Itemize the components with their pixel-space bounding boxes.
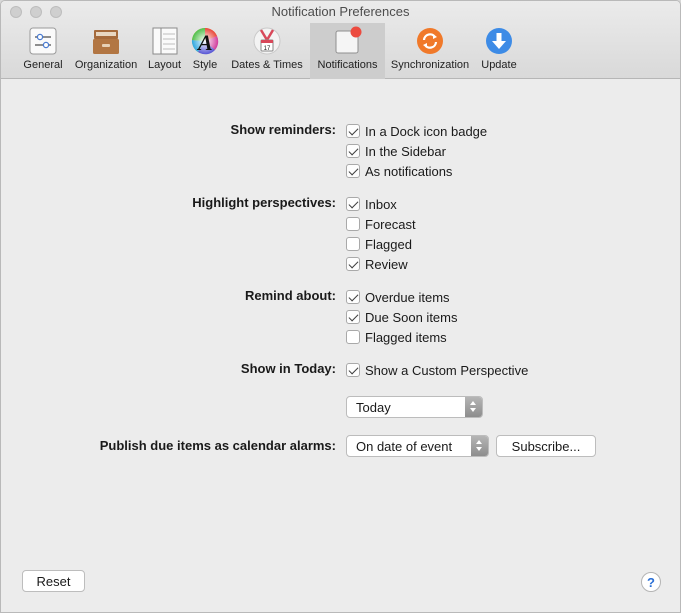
perspective-popup-value: Today (356, 399, 391, 415)
checkbox-flagged-items-label: Flagged items (365, 329, 447, 345)
tab-update-label: Update (481, 59, 517, 71)
file-cabinet-icon (91, 26, 121, 56)
window-title: Notification Preferences (271, 4, 410, 19)
remind-about-label: Remind about: (245, 288, 336, 303)
tab-update[interactable]: Update (475, 23, 523, 79)
preferences-toolbar: General Organization Layout A Style 17 D… (17, 23, 523, 79)
checkbox-flagged-box[interactable] (346, 237, 360, 251)
sync-icon (415, 26, 445, 56)
checkbox-as-notifications-box[interactable] (346, 164, 360, 178)
tab-dates-times-label: Dates & Times (231, 59, 303, 71)
perspective-popup[interactable]: Today (346, 396, 483, 418)
reset-button[interactable]: Reset (22, 570, 85, 592)
checkbox-custom-perspective-label: Show a Custom Perspective (365, 362, 529, 378)
show-in-today-label: Show in Today: (240, 361, 336, 376)
tab-style-label: Style (192, 59, 218, 71)
tab-organization[interactable]: Organization (69, 23, 143, 79)
checkbox-flagged-label: Flagged (365, 236, 412, 252)
tab-style[interactable]: A Style (186, 23, 224, 79)
subscribe-button[interactable]: Subscribe... (496, 435, 596, 457)
alarm-timing-popup[interactable]: On date of event (346, 435, 489, 457)
checkbox-inbox-box[interactable] (346, 197, 360, 211)
publish-alarms-label: Publish due items as calendar alarms: (99, 438, 336, 453)
popup-arrows-icon (471, 436, 488, 456)
checkbox-custom-perspective[interactable]: Show a Custom Perspective (346, 360, 528, 380)
checkbox-as-notifications-label: As notifications (365, 163, 453, 179)
tab-dates-times[interactable]: 17 Dates & Times (224, 23, 310, 79)
checkbox-dock-badge-label: In a Dock icon badge (365, 123, 488, 139)
checkbox-inbox[interactable]: Inbox (346, 194, 397, 214)
sliders-icon (28, 26, 58, 56)
tab-synchronization-label: Synchronization (390, 59, 470, 71)
tab-synchronization[interactable]: Synchronization (385, 23, 475, 79)
highlight-perspectives-label: Highlight perspectives: (192, 195, 336, 210)
popup-arrows-icon (465, 397, 482, 417)
download-arrow-icon (484, 26, 514, 56)
checkbox-forecast-box[interactable] (346, 217, 360, 231)
checkbox-forecast[interactable]: Forecast (346, 214, 416, 234)
tab-notifications-label: Notifications (317, 59, 378, 71)
checkbox-custom-perspective-box[interactable] (346, 363, 360, 377)
checkbox-forecast-label: Forecast (365, 216, 416, 232)
checkbox-review[interactable]: Review (346, 254, 408, 274)
checkbox-flagged-items-box[interactable] (346, 330, 360, 344)
style-font-icon: A (190, 26, 220, 56)
svg-text:A: A (196, 30, 213, 55)
show-reminders-label: Show reminders: (230, 122, 336, 137)
checkbox-due-soon[interactable]: Due Soon items (346, 307, 458, 327)
tab-general[interactable]: General (17, 23, 69, 79)
notifications-badge-icon (333, 26, 363, 56)
notifications-pane: Show reminders: In a Dock icon badge In … (1, 80, 680, 612)
checkbox-overdue-box[interactable] (346, 290, 360, 304)
preferences-window: Notification Preferences General Organiz… (0, 0, 681, 613)
calendar-icon: 17 (252, 26, 282, 56)
svg-text:17: 17 (264, 46, 271, 52)
alarm-timing-popup-value: On date of event (356, 438, 453, 454)
tab-layout[interactable]: Layout (143, 23, 186, 79)
checkbox-flagged-items[interactable]: Flagged items (346, 327, 447, 347)
checkbox-review-box[interactable] (346, 257, 360, 271)
checkbox-dock-badge-box[interactable] (346, 124, 360, 138)
checkbox-review-label: Review (365, 256, 408, 272)
checkbox-due-soon-box[interactable] (346, 310, 360, 324)
checkbox-sidebar-box[interactable] (346, 144, 360, 158)
tab-general-label: General (23, 59, 63, 71)
checkbox-inbox-label: Inbox (365, 196, 397, 212)
tab-layout-label: Layout (147, 59, 182, 71)
checkbox-dock-badge[interactable]: In a Dock icon badge (346, 121, 487, 141)
checkbox-as-notifications[interactable]: As notifications (346, 161, 452, 181)
help-button[interactable]: ? (641, 572, 661, 592)
checkbox-overdue[interactable]: Overdue items (346, 287, 450, 307)
checkbox-overdue-label: Overdue items (365, 289, 450, 305)
layout-icon (150, 26, 180, 56)
title-bar: Notification Preferences General Organiz… (1, 1, 680, 79)
tab-organization-label: Organization (74, 59, 138, 71)
checkbox-sidebar[interactable]: In the Sidebar (346, 141, 446, 161)
checkbox-due-soon-label: Due Soon items (365, 309, 458, 325)
checkbox-flagged[interactable]: Flagged (346, 234, 412, 254)
checkbox-sidebar-label: In the Sidebar (365, 143, 446, 159)
tab-notifications[interactable]: Notifications (310, 23, 385, 79)
